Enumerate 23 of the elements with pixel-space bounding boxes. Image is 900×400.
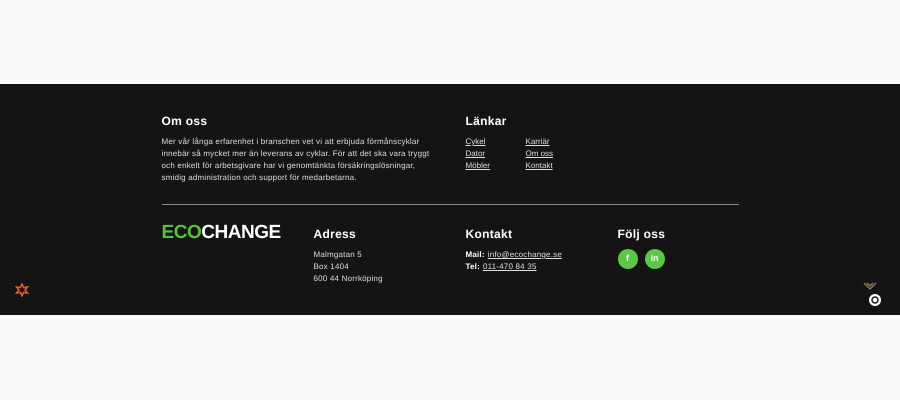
contact-heading: Kontakt [466, 226, 514, 243]
address-line: 600 44 Norrköping [314, 273, 384, 285]
about-heading: Om oss [162, 113, 208, 130]
address-line: Malmgatan 5 [314, 249, 363, 261]
footer-link[interactable]: Kontakt [526, 160, 553, 172]
contact-label: Mail: [466, 249, 485, 261]
contact-link[interactable]: info@ecochange.se [488, 249, 562, 261]
contact-label: Tel: [466, 261, 480, 273]
address-heading: Adress [314, 226, 357, 243]
about-text: Mer vår långa erfarenhet i branschen vet vi att erbjuda förmånscyklar innebär så mycket mer än leverans av cyklar. För att det ska vara tryggt och enkelt för arbetsgivare har vi genomtänkta försäkringslösningar, smidig administration och support för medarbetarna. [162, 136, 430, 184]
links-heading: Länkar [466, 113, 508, 130]
star-icon [15, 283, 29, 297]
footer-link[interactable]: Cykel [466, 136, 486, 148]
footer-link[interactable]: Karriär [526, 136, 550, 148]
circle-icon[interactable] [868, 293, 882, 307]
emblem-icon [863, 281, 877, 291]
social-heading: Följ oss [618, 226, 666, 243]
address-line: Box 1404 [314, 261, 350, 273]
logo[interactable]: ECOCHANGE [162, 223, 281, 243]
footer-link[interactable]: Möbler [466, 160, 490, 172]
contact-link[interactable]: 011-470 84 35 [482, 261, 537, 273]
footer-link[interactable]: Dator [466, 148, 486, 160]
footer-link[interactable]: Om oss [526, 148, 554, 160]
